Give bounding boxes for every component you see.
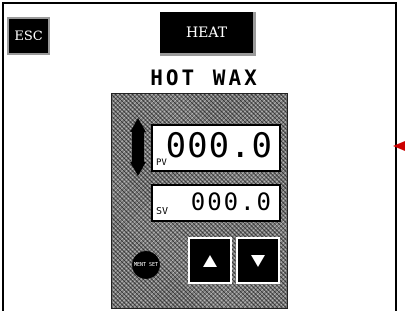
heat-button[interactable]: HEAT	[160, 12, 256, 56]
pv-display: 000.0 PV	[151, 124, 281, 172]
esc-button-label: ESC	[14, 28, 43, 44]
increase-button[interactable]	[188, 237, 232, 284]
pv-value: 000.0	[165, 126, 273, 166]
red-arrow-icon	[393, 141, 405, 151]
menu-set-button[interactable]: MENT SET	[132, 251, 160, 279]
page-title: HOT WAX	[150, 66, 260, 90]
decrease-button[interactable]	[236, 237, 280, 284]
up-down-arrow-icon[interactable]	[130, 118, 146, 176]
sv-value: 000.0	[190, 188, 273, 216]
sv-label: SV	[156, 206, 169, 217]
triangle-down-icon	[251, 254, 265, 267]
pv-label: PV	[156, 158, 167, 168]
heat-button-label: HEAT	[185, 24, 228, 41]
triangle-up-icon	[203, 254, 217, 267]
esc-button[interactable]: ESC	[7, 17, 50, 55]
sv-display[interactable]: 000.0 SV	[151, 184, 281, 222]
menu-set-button-label: MENT SET	[133, 261, 159, 268]
